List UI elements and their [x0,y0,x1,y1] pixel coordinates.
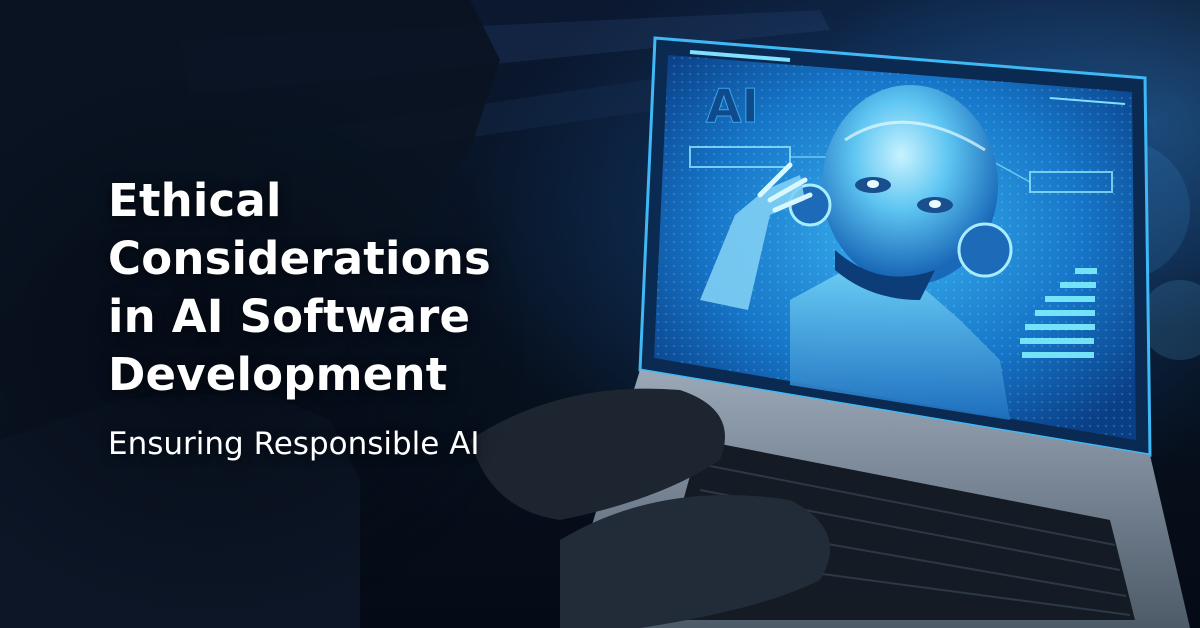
title-line: in AI Software [108,290,471,343]
screen-ai-label: AI [706,79,759,133]
headline-block: Ethical Considerations in AI Software De… [108,172,578,404]
hero-banner: AI Ethical Considerations in AI Software… [0,0,1200,628]
title-line: Ethical [108,174,282,227]
page-title: Ethical Considerations in AI Software De… [108,172,578,404]
subtitle: Ensuring Responsible AI [108,426,480,462]
title-line: Development [108,348,448,401]
title-line: Considerations [108,232,491,285]
